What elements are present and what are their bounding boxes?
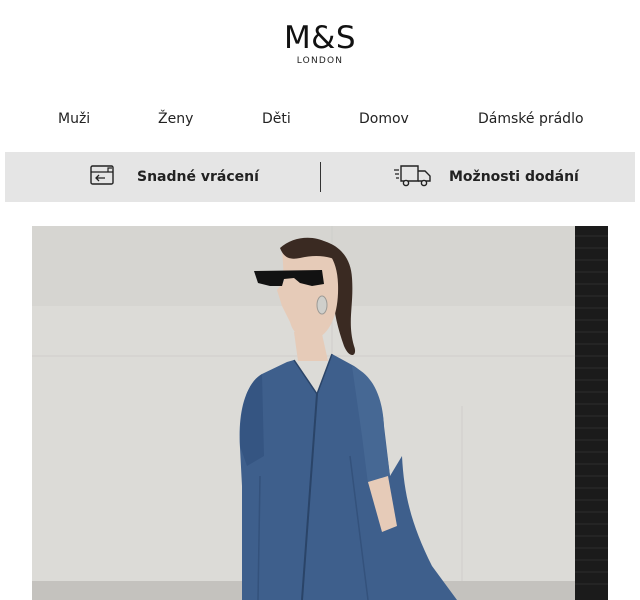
nav-item-damske-pradlo[interactable]: Dámské prádlo — [478, 108, 584, 130]
service-info-bar: Snadné vrácení Možnosti dodání — [5, 152, 635, 202]
nav-item-deti[interactable]: Děti — [262, 108, 291, 130]
delivery-truck-icon — [393, 162, 433, 192]
delivery-label: Možnosti dodání — [449, 169, 579, 185]
return-parcel-icon — [89, 163, 117, 191]
category-nav: Muži Ženy Děti Domov Dámské prádlo — [0, 108, 640, 130]
hero-banner[interactable] — [32, 226, 608, 600]
nav-item-zeny[interactable]: Ženy — [158, 108, 193, 130]
woman-in-denim-dress-photo — [32, 226, 608, 600]
returns-link[interactable]: Snadné vrácení — [89, 152, 259, 202]
nav-item-muzi[interactable]: Muži — [58, 108, 90, 130]
nav-item-domov[interactable]: Domov — [359, 108, 409, 130]
brand-logo[interactable]: M&S LONDON — [0, 20, 640, 66]
brand-name: M&S — [283, 20, 357, 56]
info-divider — [320, 162, 321, 192]
brand-tagline: LONDON — [296, 56, 344, 66]
delivery-options-link[interactable]: Možnosti dodání — [393, 152, 579, 202]
returns-label: Snadné vrácení — [137, 169, 259, 185]
